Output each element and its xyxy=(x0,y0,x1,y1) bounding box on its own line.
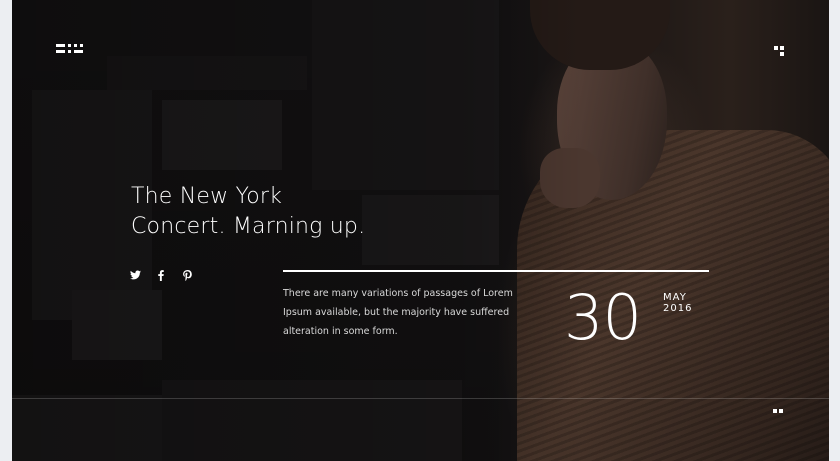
hero-title: The New York Concert. Marning up. xyxy=(131,182,431,242)
date-year: 2016 xyxy=(663,303,693,314)
twitter-icon[interactable] xyxy=(129,270,141,282)
menu-icon[interactable] xyxy=(774,46,784,56)
facebook-icon[interactable] xyxy=(155,270,167,282)
pinterest-icon[interactable] xyxy=(181,270,193,282)
hero-excerpt: There are many variations of passages of… xyxy=(283,288,513,337)
hero-title-line-2: Concert. Marning up. xyxy=(131,214,366,239)
logo-icon[interactable] xyxy=(56,44,90,56)
hero-slide: The New York Concert. Marning up. There … xyxy=(12,0,829,461)
divider-line xyxy=(283,270,709,272)
hero-title-line-1: The New York xyxy=(131,184,283,209)
dots-icon[interactable] xyxy=(773,409,783,419)
social-links xyxy=(129,270,193,282)
date-day: 30 xyxy=(564,281,642,354)
bottom-divider xyxy=(12,398,829,399)
